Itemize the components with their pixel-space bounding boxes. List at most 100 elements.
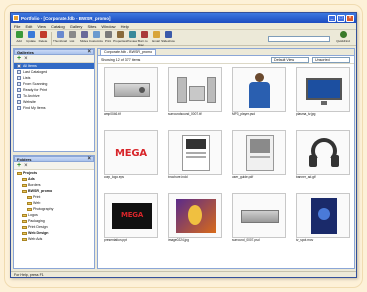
thumbnail-cell[interactable]: brochure.indd [168,130,222,180]
menu-edit[interactable]: Edit [25,24,32,29]
thumbnail-cell[interactable]: surroundsound_0007.tif [168,67,222,117]
customize-button[interactable]: Customize [88,31,104,43]
thumbnail-cell[interactable]: user_guide.pdf [232,130,286,180]
burn-to-disc-button[interactable]: Burn to Disc [138,31,150,47]
add-icon [15,31,23,38]
gallery-icon [17,82,21,86]
delete-gallery-icon[interactable]: × [24,56,28,62]
close-icon[interactable]: × [87,49,91,55]
thumbnail-cell[interactable]: image0224.jpg [168,193,222,243]
thumbnail-caption: MP3_player.psd [232,112,255,116]
gallery-icon [17,106,21,110]
quickfind-button[interactable]: QuickFind [333,31,353,43]
quickfind-label: QuickFind [336,39,350,43]
folder-icon [22,237,27,241]
gallery-item[interactable]: Find My Items [14,105,94,111]
toolbar: Add Update Delete Thumbnail List Slides Custom… [11,30,356,47]
menu-sites[interactable]: Sites [87,24,96,29]
properties-button[interactable]: Properties [113,31,127,43]
folder-tree: Projects Ads Borders BWSR_promo Print Web Phot… [14,170,94,242]
thumbnail-button[interactable]: Thumbnail [53,31,67,43]
thumbnail-image[interactable] [168,193,222,238]
thumbnail-image[interactable] [232,130,286,175]
menu-window[interactable]: Window [101,24,115,29]
thumbnail-caption: surround_0007.psd [232,238,260,242]
folder-label: Web Design [28,231,49,235]
customize-icon [92,31,100,38]
folder-label: Borders [28,183,41,187]
close-button[interactable]: × [346,14,354,22]
toolbar-label: Customize [88,39,104,43]
thumbnail-cell[interactable]: MEGA presentation.ppt [104,193,158,243]
item-count: Showing 12 of 377 items [101,57,141,62]
quickfind-input[interactable] [268,36,330,42]
toolbar-label: Properties [113,39,127,43]
toolbar-label: Slideshow [161,39,175,43]
minimize-button[interactable]: _ [328,14,336,22]
gallery-label: Website [23,100,36,104]
menu-view[interactable]: View [37,24,46,29]
toolbar-label: Print [104,39,112,43]
preview-button[interactable]: Preview [126,31,138,43]
thumbnail-image[interactable] [168,130,222,175]
maximize-button[interactable]: □ [337,14,345,22]
thumbnail-caption: banner_ad.gif [296,175,316,179]
toolbar-label: Add [16,39,22,43]
galleries-panel: Galleries × + × All Items Last Cataloged L… [13,48,95,152]
menu-file[interactable]: File [14,24,20,29]
folder-icon [22,231,27,235]
thumbnail-cell[interactable]: amp0046.tif [104,67,158,117]
thumbnail-image[interactable]: MEGA [104,130,158,175]
close-icon[interactable]: × [87,156,91,162]
delete-button[interactable]: Delete [37,31,49,43]
thumbnail-caption: presentation.ppt [104,238,127,242]
thumbnail-image[interactable] [296,67,350,112]
update-button[interactable]: Update [25,31,37,43]
thumbnail-cell[interactable]: MEGA corp_logo.eps [104,130,158,180]
quickfind-icon [339,31,347,38]
thumbnail-image[interactable] [232,67,286,112]
slideshow-button[interactable]: Slideshow [161,31,175,43]
thumbnail-image[interactable]: MEGA [104,193,158,238]
view-select[interactable]: Default View [271,57,309,63]
thumbnail-caption: brochure.indd [168,175,188,179]
thumbnail-image[interactable] [168,67,222,112]
thumbnail-image[interactable] [296,193,350,238]
gallery-icon [17,94,21,98]
title-bar[interactable]: Portfolio - [Corporate.fdb - BWSR_promo]… [11,13,356,23]
thumbnail-image[interactable] [296,130,350,175]
delete-folder-icon[interactable]: × [24,163,28,169]
tab-bwsr-promo[interactable]: Corporate.fdb - BWSR_promo [100,49,157,55]
folder-icon [27,207,32,211]
add-folder-icon[interactable]: + [17,162,21,169]
thumbnail-image[interactable] [104,67,158,112]
toolbar-label: List [69,39,75,43]
thumbnail-cell[interactable]: surround_0007.psd [232,193,286,243]
menu-catalog[interactable]: Catalog [51,24,65,29]
thumbnail-caption: plasma_tv.jpg [296,112,316,116]
folder-label: Print Design [28,225,48,229]
list-button[interactable]: List [66,31,78,43]
thumbnail-pane: Corporate.fdb - BWSR_promo Showing 12 of… [97,48,355,269]
folder-label: Logos [28,213,38,217]
folder-icon [22,183,27,187]
thumbnail-cell[interactable]: plasma_tv.jpg [296,67,350,117]
gallery-label: Ready for Print [23,88,47,92]
tab-bar: Corporate.fdb - BWSR_promo [98,49,354,56]
thumbnail-cell[interactable]: banner_ad.gif [296,130,350,180]
folder-item[interactable]: Web Ads [14,236,94,242]
add-button[interactable]: Add [13,31,25,43]
add-gallery-icon[interactable]: + [17,55,21,62]
gallery-label: From Scanning [23,82,48,86]
gallery-icon [17,76,21,80]
folder-label: Web [33,201,41,205]
thumbnail-image[interactable] [232,193,286,238]
thumbnail-cell[interactable]: tv_spot.mov [296,193,350,243]
folder-label: Photography [33,207,54,211]
menu-gallery[interactable]: Gallery [70,24,83,29]
folder-icon [22,189,27,193]
sort-select[interactable]: Unsorted [312,57,350,63]
thumbnail-cell[interactable]: MP3_player.psd [232,67,286,117]
delete-icon [39,31,47,38]
menu-help[interactable]: Help [121,24,129,29]
